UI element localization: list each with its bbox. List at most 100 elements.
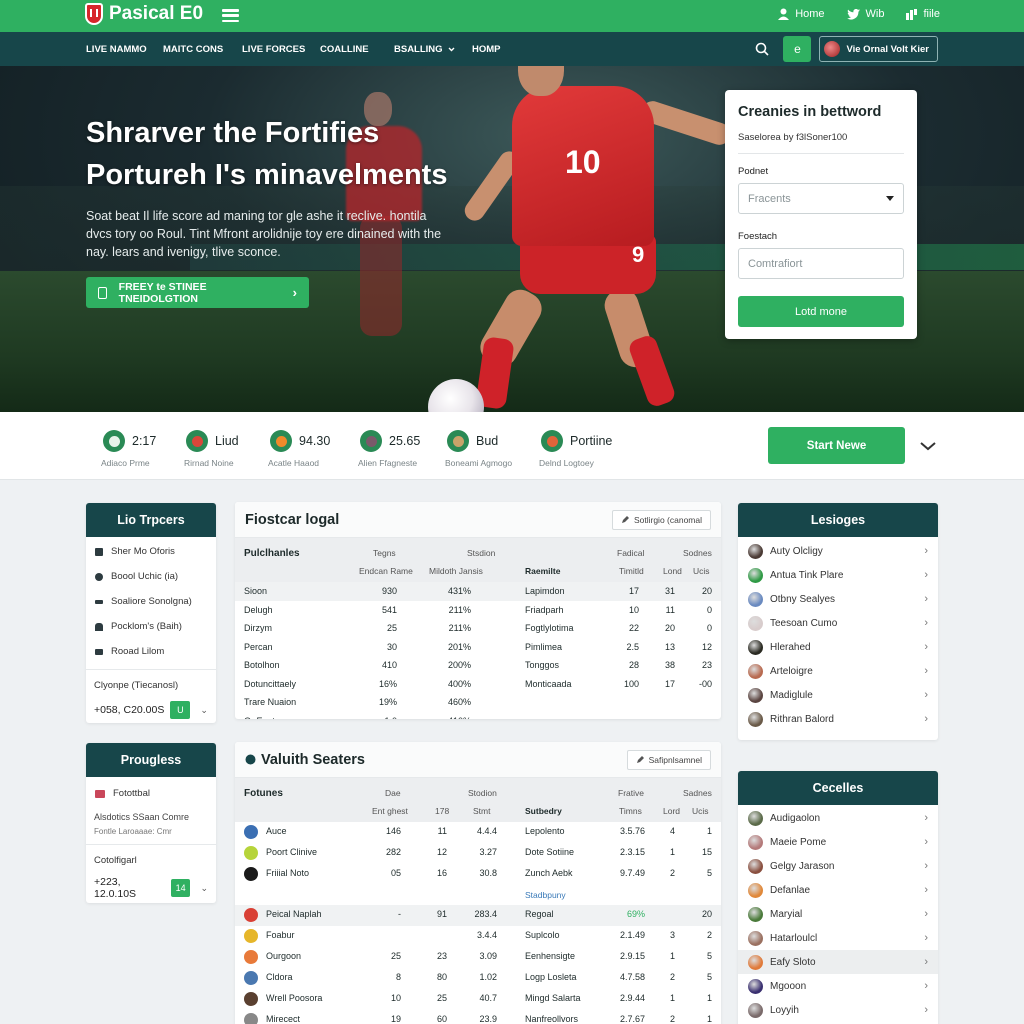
list-item[interactable]: Eafy Sloto › [738,950,938,974]
table-row[interactable]: Mirecect 19 60 23.9 Nanfreollvors 2.7.67 2 1 [235,1010,721,1024]
cell: 8 [395,972,401,982]
filter-button[interactable]: Safipnlsamnel [626,749,711,770]
green-action-button[interactable]: e [783,36,812,62]
list-item[interactable]: Madiglule › [738,683,938,707]
list-item[interactable]: Audigaolon › [738,806,938,830]
column-header: Ucis [693,566,710,576]
top-link-home[interactable]: Home [778,8,825,20]
team-logo-icon [244,908,258,922]
stat-badge-icon [541,430,563,452]
nav-item-dropdown[interactable]: BSALLING [394,44,472,55]
search-button[interactable] [749,36,775,62]
chevron-down-icon[interactable]: ⌄ [200,883,208,894]
pencil-icon [621,515,629,523]
team-logo-icon [244,846,258,860]
list-item[interactable]: Maeie Pome › [738,830,938,854]
list-item[interactable]: Arteloigre › [738,659,938,683]
stat-item[interactable]: Liud Rirnad Noine [184,430,239,468]
standings-link[interactable]: Stadbpuny [525,890,566,900]
row-name: Mirecect [266,1014,301,1024]
amount-badge[interactable]: 14 [170,879,191,897]
list-item[interactable]: Rithran Balord › [738,707,938,731]
list-item[interactable]: Hatarloulcl › [738,926,938,950]
chevron-down-icon[interactable]: ⌄ [200,705,208,716]
stat-item[interactable]: Portiine Delnd Logtoey [539,430,612,468]
form-submit-button[interactable]: Lotd mone [738,296,904,327]
cell: 1 [669,993,675,1003]
row-name: Dote Sotiine [525,847,575,857]
hero-cta-button[interactable]: FREEY te STINEE TNEIDOLGTION › [86,277,309,308]
start-new-button[interactable]: Start Newe [768,427,905,464]
table-row[interactable]: Trare Nuaion 19% 460% [235,693,721,712]
table-row[interactable]: Botolhon 410 200% Tonggos 28 38 23 [235,656,721,675]
list-item[interactable]: Defanlae › [738,878,938,902]
nav-item-maitc-cons[interactable]: MAITC CONS [163,44,242,55]
list-item[interactable]: Teesoan Cumo › [738,611,938,635]
amount-badge[interactable]: U [170,701,191,719]
user-avatar [824,41,841,57]
stat-item[interactable]: Bud Boneami Agmogo [445,430,512,468]
table-row[interactable]: Percan 30 201% Pimlimea 2.5 13 12 [235,638,721,657]
table-row[interactable]: Delugh 541 211% Friadparh 10 11 0 [235,601,721,620]
stats-bar: 2:17 Adiaco Prme Liud Rirnad Noine 94.30… [0,412,1024,480]
table-row[interactable]: Ourgoon 25 23 3.09 Eenhensigte 2.9.15 1 5 [235,947,721,968]
cell: 12 [436,847,447,857]
table-row[interactable]: Auce 146 11 4.4.4 Lepolento 3.5.76 4 1 [235,822,721,843]
chevron-right-icon: › [924,689,928,701]
list-item-label: Auty Olcligy [770,545,823,557]
expand-toggle[interactable] [918,436,938,456]
nav-item-live-forces[interactable]: LIVE FORCES [242,44,320,55]
cell: 17 [664,678,675,689]
list-item-label: Audigaolon [770,812,821,824]
list-item[interactable]: Hlerahed › [738,635,938,659]
sidebar-item[interactable]: Sher Mo Oforis [86,539,216,564]
table-row[interactable]: Poort Clinive 282 12 3.27 Dote Sotiine 2.3.15… [235,843,721,864]
list-item[interactable]: Maryial › [738,902,938,926]
table-row[interactable]: Cldora 8 80 1.02 Logp Losleta 4.7.58 2 5 [235,968,721,989]
list-item-label: Maeie Pome [770,836,827,848]
table-fixtures: Fiostcar logal Sotlirgio (canomal Pulclh… [235,502,721,719]
top-link-twitter[interactable]: Wib [846,8,884,20]
app-logo[interactable]: Pasical E0 [85,3,203,25]
list-item[interactable]: Antua Tink Plare › [738,563,938,587]
product-select[interactable]: Fracents [738,183,904,214]
avatar-icon [748,687,763,703]
table-row[interactable]: Sioon 930 431% Lapimdon 17 31 20 [235,582,721,601]
stat-item[interactable]: 2:17 Adiaco Prme [101,430,156,468]
table-row[interactable]: Friiial Noto 05 16 30.8 Zunch Aebk 9.7.49 2 5 [235,864,721,885]
stat-item[interactable]: 25.65 Alien Ffagneste [358,430,420,468]
user-account-button[interactable]: Vie Ornal Volt Kier [819,36,938,62]
list-item[interactable]: Loyyih › [738,998,938,1022]
table-row[interactable]: Foabur 3.4.4 Suplcolo 2.1.49 3 2 [235,926,721,947]
table-row[interactable]: Wrell Poosora 10 25 40.7 Mingd Salarta 2.9.44… [235,989,721,1010]
sidebar-item[interactable]: Boool Uchic (ia) [86,564,216,589]
list-item[interactable]: Auty Olcligy › [738,539,938,563]
list-item[interactable]: Gelgy Jarason › [738,854,938,878]
stat-item[interactable]: 94.30 Acatle Haaod [268,430,330,468]
table-row[interactable]: Or Eaot 1 0 410% [235,712,721,720]
contribution-input[interactable]: Comtrafiort [738,248,904,279]
sidebar-item[interactable]: Rooad Lilom [86,639,216,664]
menu-button[interactable] [222,9,239,22]
nav-item-live-nammo[interactable]: LIVE NAMMO [86,44,163,55]
table-row[interactable]: Peical Naplah - 91 283.4 Regoal 69% 20 [235,905,721,926]
sidebar-item[interactable]: Fotottbal [86,781,216,806]
cell: 3.4.4 [476,930,497,940]
stat-badge-icon [360,430,382,452]
column-header: Tegns [373,548,396,558]
sidebar-item[interactable]: Pocklom's (Baih) [86,614,216,639]
table-row[interactable]: Dotuncittaely 16% 400% Monticaada 100 17 -00 [235,675,721,694]
table-row[interactable]: Dirzym 25 211% Fogtlylotima 22 20 0 [235,619,721,638]
table-body: Sioon 930 431% Lapimdon 17 31 20 Delugh 541 211% F… [235,582,721,719]
nav-item-homp[interactable]: HOMP [472,44,501,55]
cell: 10 [390,993,401,1003]
filter-button[interactable]: Sotlirgio (canomal [611,509,711,530]
nav-item-coalline[interactable]: COALLINE [320,44,394,55]
team-logo-icon [244,1013,258,1024]
cell: 201% [447,641,471,652]
top-link-file[interactable]: fiile [906,8,940,20]
list-item[interactable]: Mgooon › [738,974,938,998]
list-item[interactable]: Otbny Sealyes › [738,587,938,611]
sidebar-item[interactable]: Soaliore Sonolgna) [86,589,216,614]
column-header: Fadical [617,548,645,558]
